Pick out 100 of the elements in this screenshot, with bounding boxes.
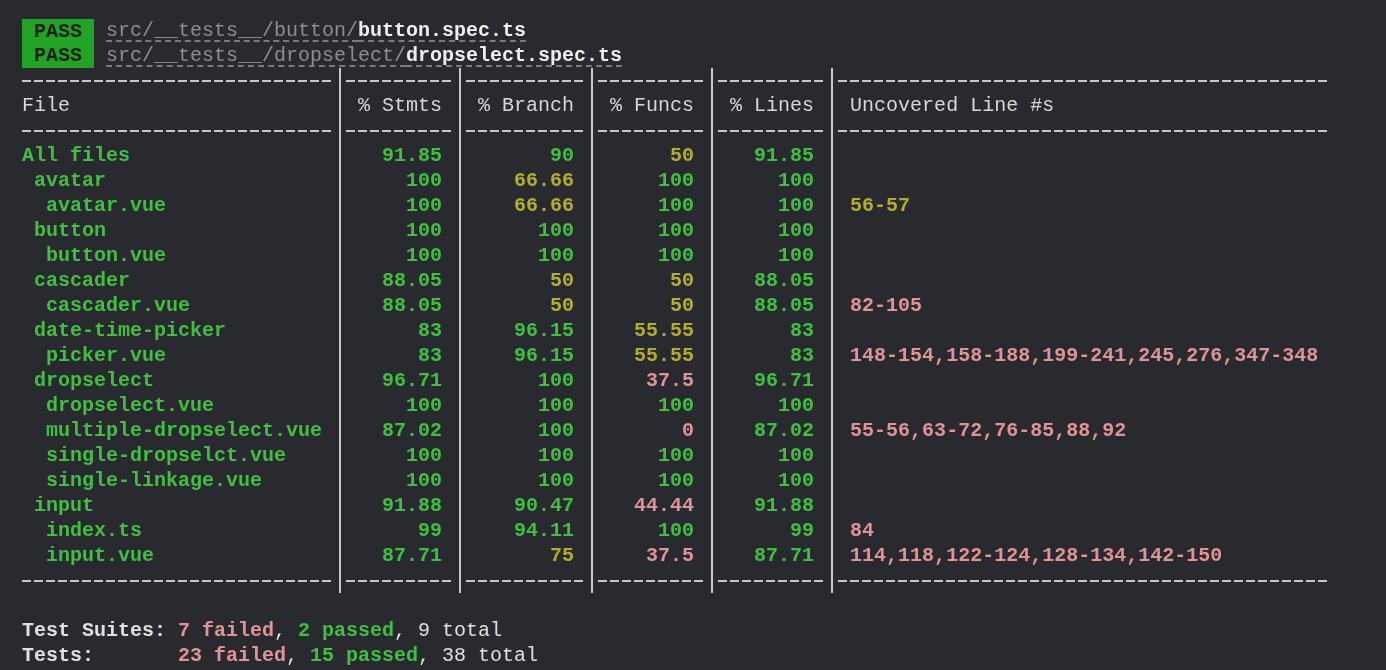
file-name: picker.vue [46,343,167,368]
coverage-value: 91.88 [754,493,815,518]
coverage-value: 83 [790,343,815,368]
file-name: input [34,493,94,518]
uncovered-lines: 114,118,122-124,128-134,142-150 [850,543,1223,568]
coverage-value: 83 [418,318,443,343]
summary-line: Test Suites: 7 failed, 2 passed, 9 total [22,618,503,643]
column-header: % Lines [730,93,815,118]
pass-badge: PASS [22,19,94,43]
column-header: File [22,93,70,118]
coverage-value: 88.05 [382,293,443,318]
coverage-value: 88.05 [382,268,443,293]
coverage-value: 100 [658,193,695,218]
coverage-value: 83 [790,318,815,343]
test-file-path: src/__tests__/dropselect/dropselect.spec.ts [106,43,623,68]
coverage-value: 91.88 [382,493,443,518]
coverage-value: 100 [778,218,815,243]
test-file-path: src/__tests__/button/button.spec.ts [106,18,527,43]
coverage-value: 50 [670,268,695,293]
coverage-value: 66.66 [514,168,575,193]
coverage-value: 0 [682,418,695,443]
coverage-value: 100 [778,443,815,468]
coverage-value: 87.02 [754,418,815,443]
coverage-value: 100 [658,218,695,243]
coverage-value: 100 [538,443,575,468]
file-name: dropselect [34,368,155,393]
file-name: index.ts [46,518,142,543]
coverage-value: 100 [406,193,443,218]
file-name: All files [22,143,131,168]
coverage-value: 100 [406,243,443,268]
coverage-value: 100 [538,243,575,268]
coverage-value: 75 [550,543,575,568]
coverage-value: 100 [658,393,695,418]
coverage-value: 96.15 [514,343,575,368]
coverage-value: 88.05 [754,268,815,293]
file-name: single-linkage.vue [46,468,263,493]
coverage-value: 55.55 [634,343,695,368]
coverage-value: 100 [538,393,575,418]
coverage-value: 100 [778,468,815,493]
coverage-value: 100 [778,243,815,268]
coverage-value: 100 [658,168,695,193]
coverage-value: 96.71 [754,368,815,393]
coverage-value: 44.44 [634,493,695,518]
coverage-value: 50 [550,293,575,318]
coverage-value: 100 [658,443,695,468]
column-header: % Funcs [610,93,695,118]
column-header: % Stmts [358,93,443,118]
coverage-value: 37.5 [646,368,695,393]
column-header: Uncovered Line #s [850,93,1055,118]
coverage-value: 96.71 [382,368,443,393]
file-name: button [34,218,106,243]
file-name: date-time-picker [34,318,227,343]
column-header: % Branch [478,93,575,118]
coverage-value: 91.85 [382,143,443,168]
coverage-value: 90.47 [514,493,575,518]
coverage-value: 100 [538,418,575,443]
file-name: cascader [34,268,130,293]
uncovered-lines: 55-56,63-72,76-85,88,92 [850,418,1127,443]
summary-line: Tests: 23 failed, 15 passed, 38 total [22,643,539,668]
file-name: multiple-dropselect.vue [46,418,323,443]
file-name: dropselect.vue [46,393,215,418]
coverage-value: 100 [658,468,695,493]
coverage-value: 100 [538,368,575,393]
file-name: button.vue [46,243,167,268]
coverage-value: 99 [418,518,443,543]
coverage-value: 88.05 [754,293,815,318]
uncovered-lines: 84 [850,518,875,543]
file-name: single-dropselct.vue [46,443,287,468]
uncovered-lines: 56-57 [850,193,911,218]
coverage-value: 100 [406,168,443,193]
coverage-value: 100 [538,468,575,493]
coverage-value: 100 [658,518,695,543]
coverage-value: 96.15 [514,318,575,343]
coverage-value: 100 [406,468,443,493]
coverage-value: 50 [550,268,575,293]
coverage-value: 83 [418,343,443,368]
coverage-value: 100 [406,218,443,243]
uncovered-lines: 148-154,158-188,199-241,245,276,347-348 [850,343,1319,368]
coverage-value: 100 [406,443,443,468]
coverage-value: 87.02 [382,418,443,443]
file-name: cascader.vue [46,293,191,318]
file-name: avatar [34,168,106,193]
coverage-value: 91.85 [754,143,815,168]
file-name: input.vue [46,543,155,568]
coverage-value: 100 [778,393,815,418]
coverage-value: 50 [670,293,695,318]
uncovered-lines: 82-105 [850,293,923,318]
coverage-value: 100 [538,218,575,243]
coverage-value: 100 [778,168,815,193]
pass-badge: PASS [22,43,94,68]
coverage-value: 100 [658,243,695,268]
coverage-value: 37.5 [646,543,695,568]
coverage-value: 87.71 [754,543,815,568]
file-name: avatar.vue [46,193,167,218]
coverage-value: 55.55 [634,318,695,343]
coverage-value: 94.11 [514,518,575,543]
coverage-value: 50 [670,143,695,168]
coverage-value: 66.66 [514,193,575,218]
coverage-value: 87.71 [382,543,443,568]
coverage-value: 99 [790,518,815,543]
